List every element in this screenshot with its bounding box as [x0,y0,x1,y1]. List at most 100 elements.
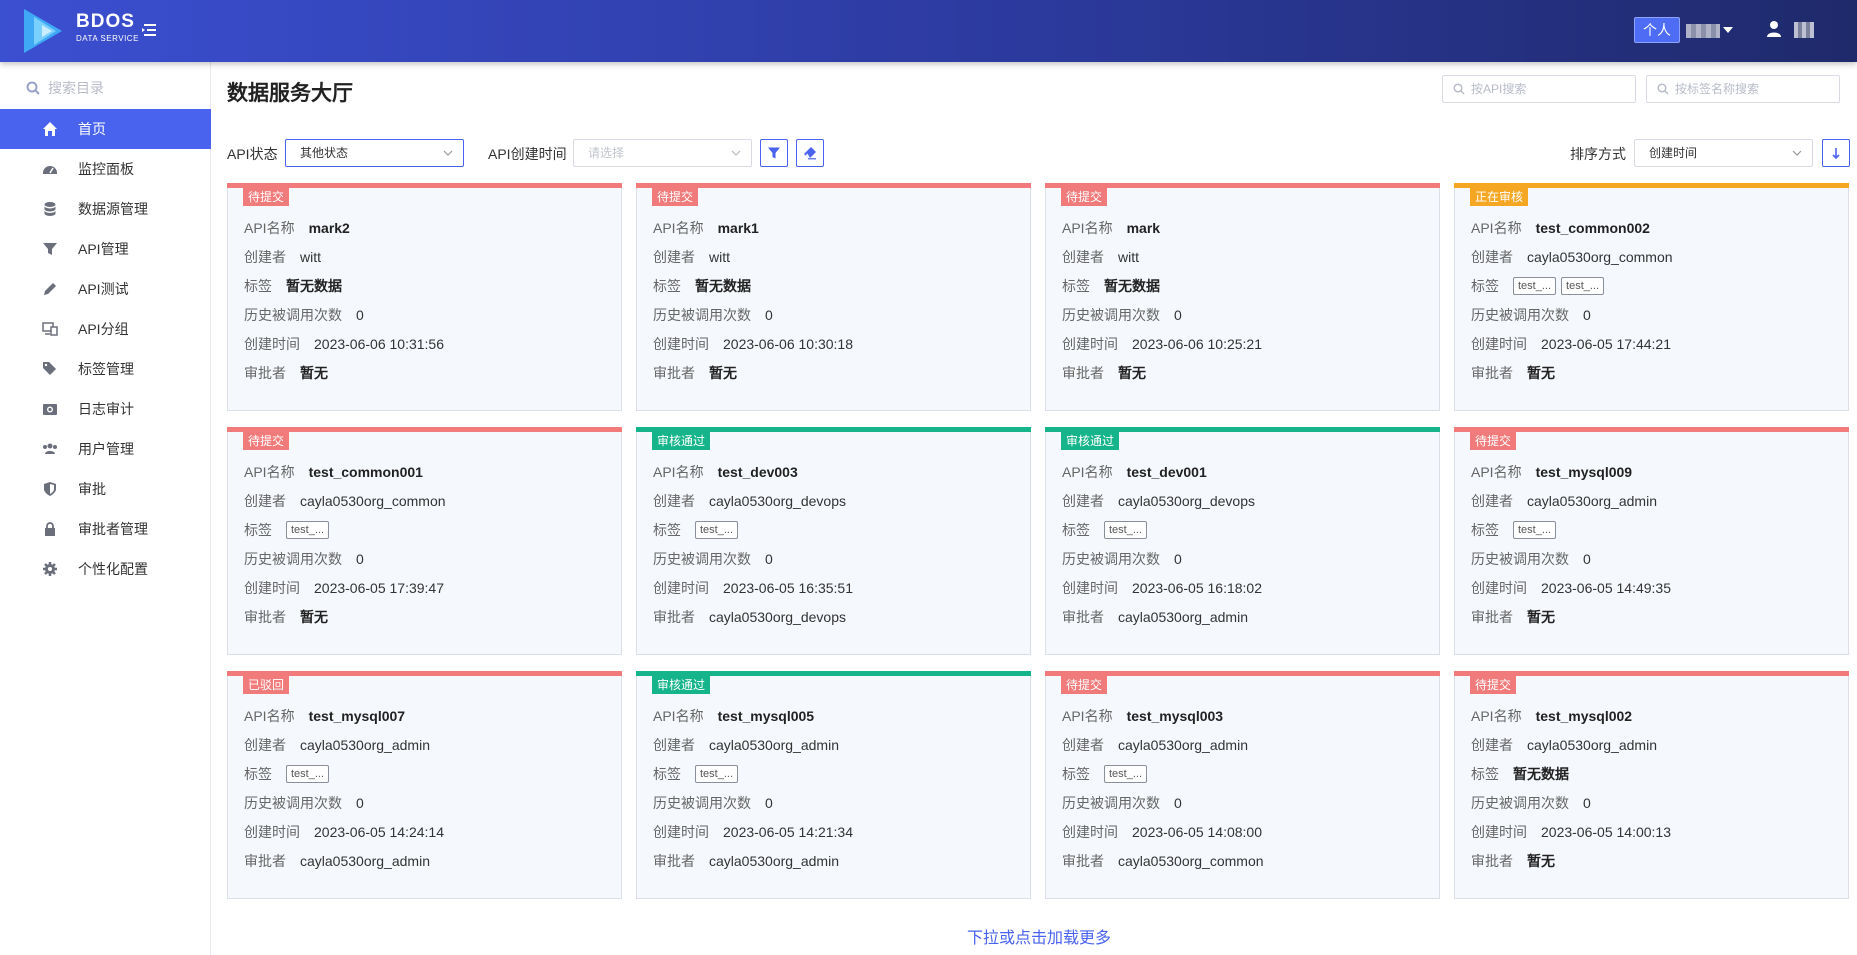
bdos-logo-icon[interactable] [22,9,70,53]
status-badge: 审核通过 [652,676,711,694]
personal-workspace-button[interactable]: 个人 [1634,17,1680,43]
field-value: 0 [356,551,364,567]
user-icon[interactable] [1766,20,1782,38]
tag-search-field[interactable] [1646,75,1840,103]
api-card[interactable]: 审核通过 API名称 test_dev003 创建者 cayla0530org_devo… [636,427,1031,655]
field-value: 2023-06-05 14:00:13 [1541,824,1671,840]
field-label: API名称 [653,708,704,724]
field-value: cayla0530org_admin [709,853,839,869]
shield-icon [44,482,56,496]
field-label: 创建者 [244,493,286,509]
card-field-name: API名称 test_mysql003 [1062,706,1223,726]
field-value: test_mysql005 [717,708,815,724]
field-label: 标签 [244,278,272,294]
card-field-tags: 标签 test_... test_... [1471,276,1609,296]
card-field-calls: 历史被调用次数 0 [1062,793,1182,813]
field-value: 0 [356,307,364,323]
username[interactable] [1794,22,1814,38]
card-field-creator: 创建者 cayla0530org_admin [653,735,839,755]
created-time-select[interactable]: 请选择 [573,139,752,167]
card-field-calls: 历史被调用次数 0 [1062,549,1182,569]
card-field-approver: 审批者 cayla0530org_devops [653,607,846,627]
api-card[interactable]: 待提交 API名称 test_mysql003 创建者 cayla0530org_adm… [1045,671,1440,899]
field-label: 历史被调用次数 [1062,307,1160,323]
menu-collapse-icon[interactable] [140,20,160,40]
field-label: API名称 [1062,220,1113,236]
sidebar-item-approver-manage[interactable]: 审批者管理 [0,509,211,549]
api-card[interactable]: 审核通过 API名称 test_mysql005 创建者 cayla0530org_ad… [636,671,1031,899]
card-field-name: API名称 test_common002 [1471,218,1650,238]
tenant-name[interactable] [1686,24,1720,38]
sidebar-item-users[interactable]: 用户管理 [0,429,211,469]
sort-select[interactable]: 创建时间 [1634,139,1813,167]
tag-chip[interactable]: test_... [695,521,739,539]
tag-chip[interactable]: test_... [695,765,739,783]
sort-direction-button[interactable] [1822,139,1850,167]
tag-chip[interactable]: test_... [1104,521,1148,539]
api-card[interactable]: 待提交 API名称 test_mysql009 创建者 cayla0530org_adm… [1454,427,1849,655]
tenant-dropdown-icon[interactable] [1723,27,1733,33]
tag-chip[interactable]: test_... [1513,521,1557,539]
api-search-field[interactable] [1442,75,1636,103]
tag-chip[interactable]: test_... [286,765,330,783]
field-label: API名称 [653,464,704,480]
field-label: 创建者 [1471,249,1513,265]
sort-label: 排序方式 [1570,146,1626,162]
field-label: 创建者 [653,737,695,753]
sidebar-item-label: API管理 [78,241,129,257]
field-label: 历史被调用次数 [1062,795,1160,811]
tag-search-input[interactable] [1675,82,1825,96]
card-field-approver: 审批者 cayla0530org_admin [1062,607,1248,627]
sidebar-item-monitor[interactable]: 监控面板 [0,149,211,189]
tag-chip[interactable]: test_... [1104,765,1148,783]
tag-chip[interactable]: test_... [1513,277,1557,295]
field-value: 2023-06-05 17:39:47 [314,580,444,596]
status-badge: 待提交 [1061,676,1108,694]
field-value: 2023-06-05 14:24:14 [314,824,444,840]
sidebar-item-personalize[interactable]: 个性化配置 [0,549,211,589]
field-value: 2023-06-05 17:44:21 [1541,336,1671,352]
card-field-calls: 历史被调用次数 0 [1062,305,1182,325]
api-card[interactable]: 正在审核 API名称 test_common002 创建者 cayla0530org_c… [1454,183,1849,411]
field-value: 0 [1583,307,1591,323]
clear-filter-button[interactable] [796,139,824,167]
field-value: 0 [356,795,364,811]
api-card[interactable]: 待提交 API名称 test_common001 创建者 cayla0530org_co… [227,427,622,655]
card-field-approver: 审批者 暂无 [1471,363,1555,383]
field-label: 创建者 [1062,249,1104,265]
tag-chip[interactable]: test_... [286,521,330,539]
sidebar-item-api-test[interactable]: API测试 [0,269,211,309]
status-select[interactable]: 其他状态 [285,139,464,167]
api-card[interactable]: 待提交 API名称 mark 创建者 witt 标签 暂无数据 历史被调用次数 0 创建时间 202… [1045,183,1440,411]
api-card[interactable]: 待提交 API名称 mark2 创建者 witt 标签 暂无数据 历史被调用次数 0 创建时间 20… [227,183,622,411]
field-value: test_mysql007 [308,708,406,724]
field-value: 2023-06-06 10:31:56 [314,336,444,352]
card-field-creator: 创建者 witt [1062,247,1139,267]
card-field-tags: 标签 test_... [653,520,743,540]
filter-button[interactable] [760,139,788,167]
sidebar-item-api-group[interactable]: API分组 [0,309,211,349]
field-value: 2023-06-06 10:25:21 [1132,336,1262,352]
sidebar-item-audit-log[interactable]: 日志审计 [0,389,211,429]
api-card[interactable]: 审核通过 API名称 test_dev001 创建者 cayla0530org_devo… [1045,427,1440,655]
card-field-creator: 创建者 cayla0530org_devops [1062,491,1255,511]
status-badge: 审核通过 [652,432,711,450]
sidebar-item-home[interactable]: 首页 [0,109,211,149]
api-card[interactable]: 待提交 API名称 mark1 创建者 witt 标签 暂无数据 历史被调用次数 0 创建时间 20… [636,183,1031,411]
sidebar-item-approval[interactable]: 审批 [0,469,211,509]
status-badge: 待提交 [243,432,290,450]
load-more-link[interactable]: 下拉或点击加载更多 [967,924,1111,948]
card-field-approver: 审批者 暂无 [1471,607,1555,627]
field-value: witt [709,249,730,265]
sidebar-item-api-manage[interactable]: API管理 [0,229,211,269]
field-value: 暂无 [1527,609,1555,625]
field-value: cayla0530org_admin [1527,493,1657,509]
sidebar-item-tags[interactable]: 标签管理 [0,349,211,389]
sidebar-item-datasource[interactable]: 数据源管理 [0,189,211,229]
api-card[interactable]: 已驳回 API名称 test_mysql007 创建者 cayla0530org_adm… [227,671,622,899]
api-search-input[interactable] [1471,82,1621,96]
camera-icon [43,404,57,415]
sidebar-search[interactable]: 搜索目录 [26,76,196,100]
tag-chip[interactable]: test_... [1561,277,1605,295]
api-card[interactable]: 待提交 API名称 test_mysql002 创建者 cayla0530org_adm… [1454,671,1849,899]
